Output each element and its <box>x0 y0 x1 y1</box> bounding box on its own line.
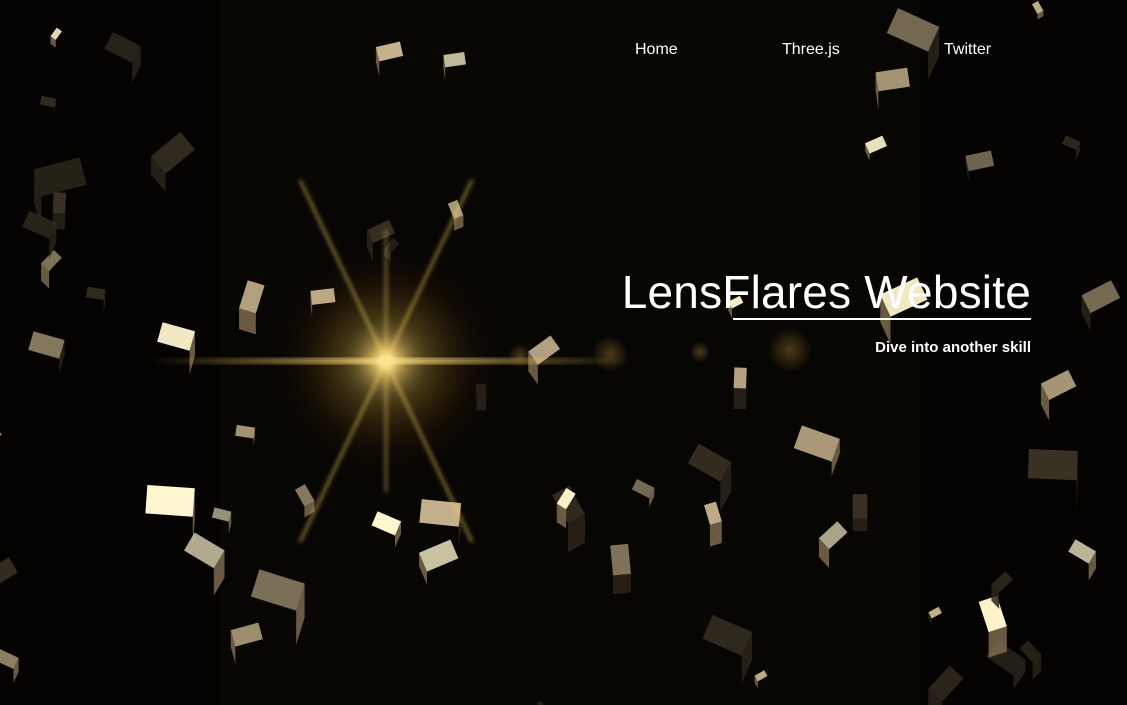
cube <box>852 493 868 532</box>
webgl-page: Home Three.js Twitter LensFlares Website… <box>0 0 1127 705</box>
nav-link-home[interactable]: Home <box>635 40 678 60</box>
cube <box>610 543 631 595</box>
flare-ghost-1 <box>508 344 532 368</box>
cube <box>733 367 747 410</box>
hero-title: LensFlares Website <box>621 266 1031 318</box>
top-nav: Home Three.js Twitter <box>600 40 1127 64</box>
nav-link-threejs[interactable]: Three.js <box>782 40 840 60</box>
hero-subtitle: Dive into another skill <box>875 339 1031 356</box>
flare-ray-horizontal <box>150 358 630 364</box>
hero-title-underline <box>733 318 1031 320</box>
nav-link-twitter[interactable]: Twitter <box>944 40 991 60</box>
hero-section: LensFlares Website Dive into another ski… <box>622 266 1031 358</box>
